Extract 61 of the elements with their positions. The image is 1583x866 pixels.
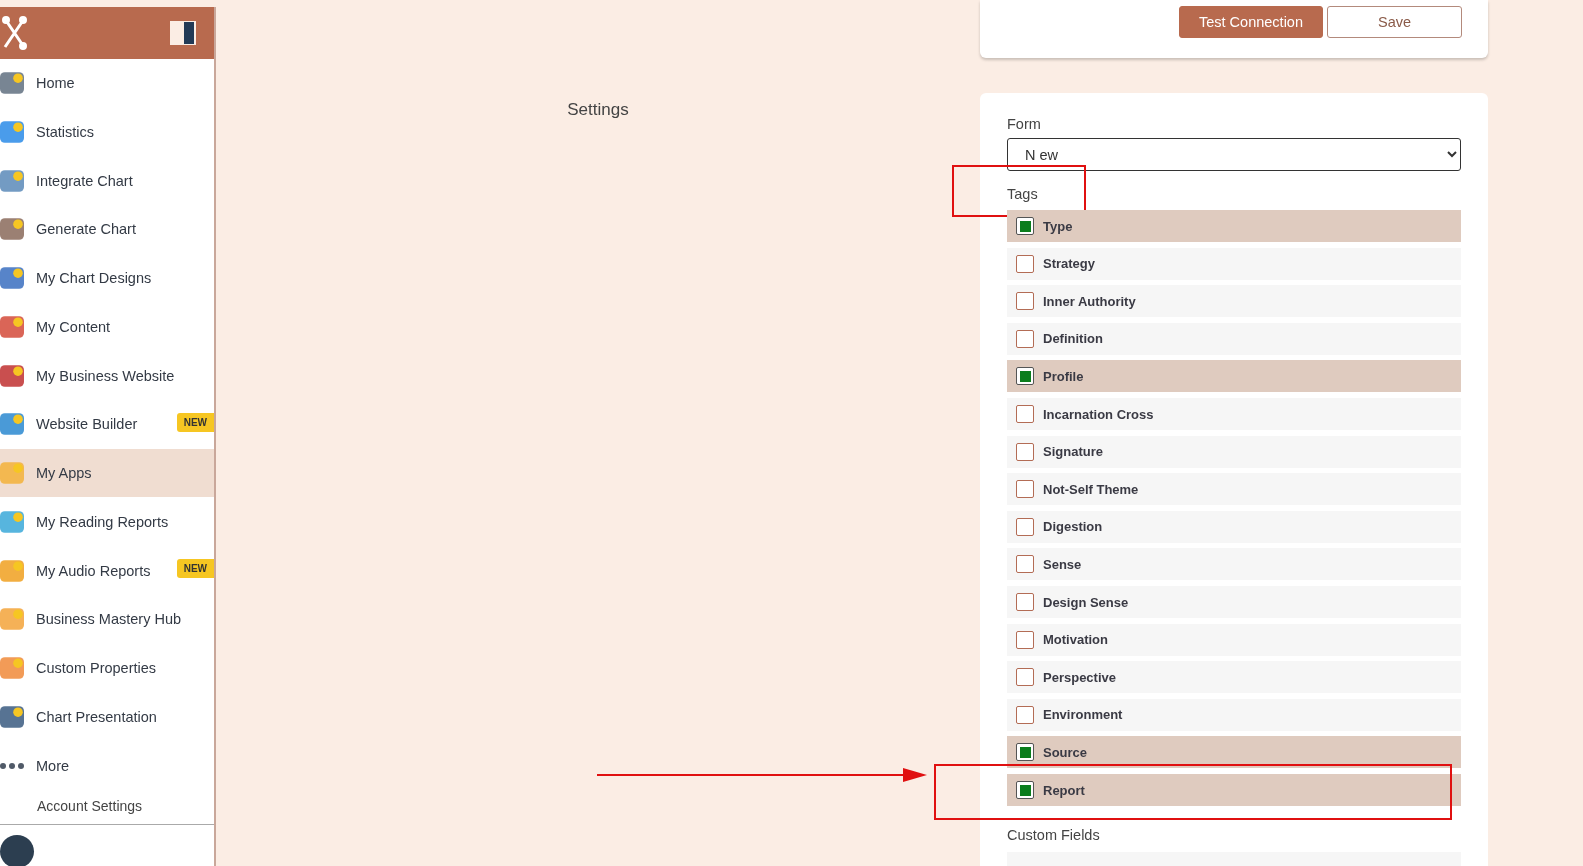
tag-option[interactable]: Motivation: [1007, 623, 1461, 656]
checkbox[interactable]: [1016, 705, 1034, 724]
tag-option[interactable]: Inner Authority: [1007, 285, 1461, 318]
checkbox[interactable]: [1016, 367, 1034, 386]
checkbox[interactable]: [1016, 405, 1034, 424]
tag-option[interactable]: Profile: [1007, 360, 1461, 393]
sidebar-item[interactable]: Generate Chart: [0, 204, 214, 254]
checkbox[interactable]: [1016, 480, 1034, 499]
tag-option[interactable]: Report: [1007, 774, 1461, 806]
custom-fields-label: Custom Fields: [1007, 827, 1100, 843]
account-settings-link[interactable]: Account Settings: [0, 789, 214, 825]
tag-option[interactable]: Strategy: [1007, 247, 1461, 280]
new-badge: NEW: [176, 412, 214, 432]
sidebar-item[interactable]: My Content: [0, 302, 214, 352]
logo-icon: [2, 14, 28, 51]
sidebar-item[interactable]: My Chart Designs: [0, 253, 214, 303]
checkbox[interactable]: [1016, 292, 1034, 311]
tag-option[interactable]: Perspective: [1007, 661, 1461, 694]
checkbox[interactable]: [1016, 555, 1034, 574]
test-connection-button[interactable]: Test Connection: [1179, 6, 1323, 38]
tag-option[interactable]: Not-Self Theme: [1007, 473, 1461, 506]
checkbox[interactable]: [1016, 254, 1034, 273]
checkbox[interactable]: [1016, 442, 1034, 461]
sidebar-item[interactable]: Integrate Chart: [0, 156, 214, 205]
checkbox[interactable]: [1016, 668, 1034, 687]
checkbox[interactable]: [1016, 517, 1034, 536]
tags-label: Tags: [1007, 186, 1038, 203]
sidebar-item[interactable]: Custom Properties: [0, 643, 214, 693]
tag-option[interactable]: Signature: [1007, 435, 1461, 468]
page-heading: Settings: [567, 100, 629, 120]
save-button[interactable]: Save: [1327, 6, 1462, 38]
tag-option[interactable]: Digestion: [1007, 510, 1461, 543]
sidebar-item[interactable]: My Reading Reports: [0, 497, 214, 547]
sidebar-item[interactable]: Statistics: [0, 107, 214, 157]
tag-option[interactable]: Source: [1007, 736, 1461, 769]
tag-option[interactable]: Design Sense: [1007, 586, 1461, 619]
tag-option[interactable]: Sense: [1007, 548, 1461, 581]
checkbox[interactable]: [1016, 329, 1034, 348]
sidebar-item[interactable]: Home: [0, 58, 214, 108]
checkbox[interactable]: [1016, 743, 1034, 762]
sidebar-item[interactable]: My Apps: [0, 448, 214, 498]
form-select[interactable]: N ew: [1007, 138, 1461, 172]
tag-option[interactable]: Type: [1007, 210, 1461, 243]
sidebar-item[interactable]: Chart Presentation: [0, 692, 214, 742]
sidebar-item[interactable]: Website Builder NEW: [0, 399, 214, 449]
tag-option[interactable]: Environment: [1007, 698, 1461, 731]
checkbox[interactable]: [1016, 630, 1034, 649]
checkbox[interactable]: [1016, 593, 1034, 612]
more-dots-icon: [0, 762, 24, 769]
sidebar-item[interactable]: My Business Website: [0, 351, 214, 400]
panel-toggle-icon[interactable]: [170, 20, 196, 45]
field-label: Form: [1007, 116, 1041, 133]
tag-option[interactable]: Definition: [1007, 322, 1461, 355]
avatar[interactable]: [0, 834, 34, 866]
checkbox[interactable]: [1016, 217, 1034, 236]
sidebar-item[interactable]: Business Mastery Hub: [0, 594, 214, 644]
sidebar-item[interactable]: My Audio Reports NEW: [0, 546, 214, 595]
checkbox[interactable]: [1016, 781, 1034, 799]
sidebar-item[interactable]: More: [0, 741, 214, 790]
new-badge: NEW: [176, 559, 214, 579]
tag-option[interactable]: Incarnation Cross: [1007, 398, 1461, 431]
